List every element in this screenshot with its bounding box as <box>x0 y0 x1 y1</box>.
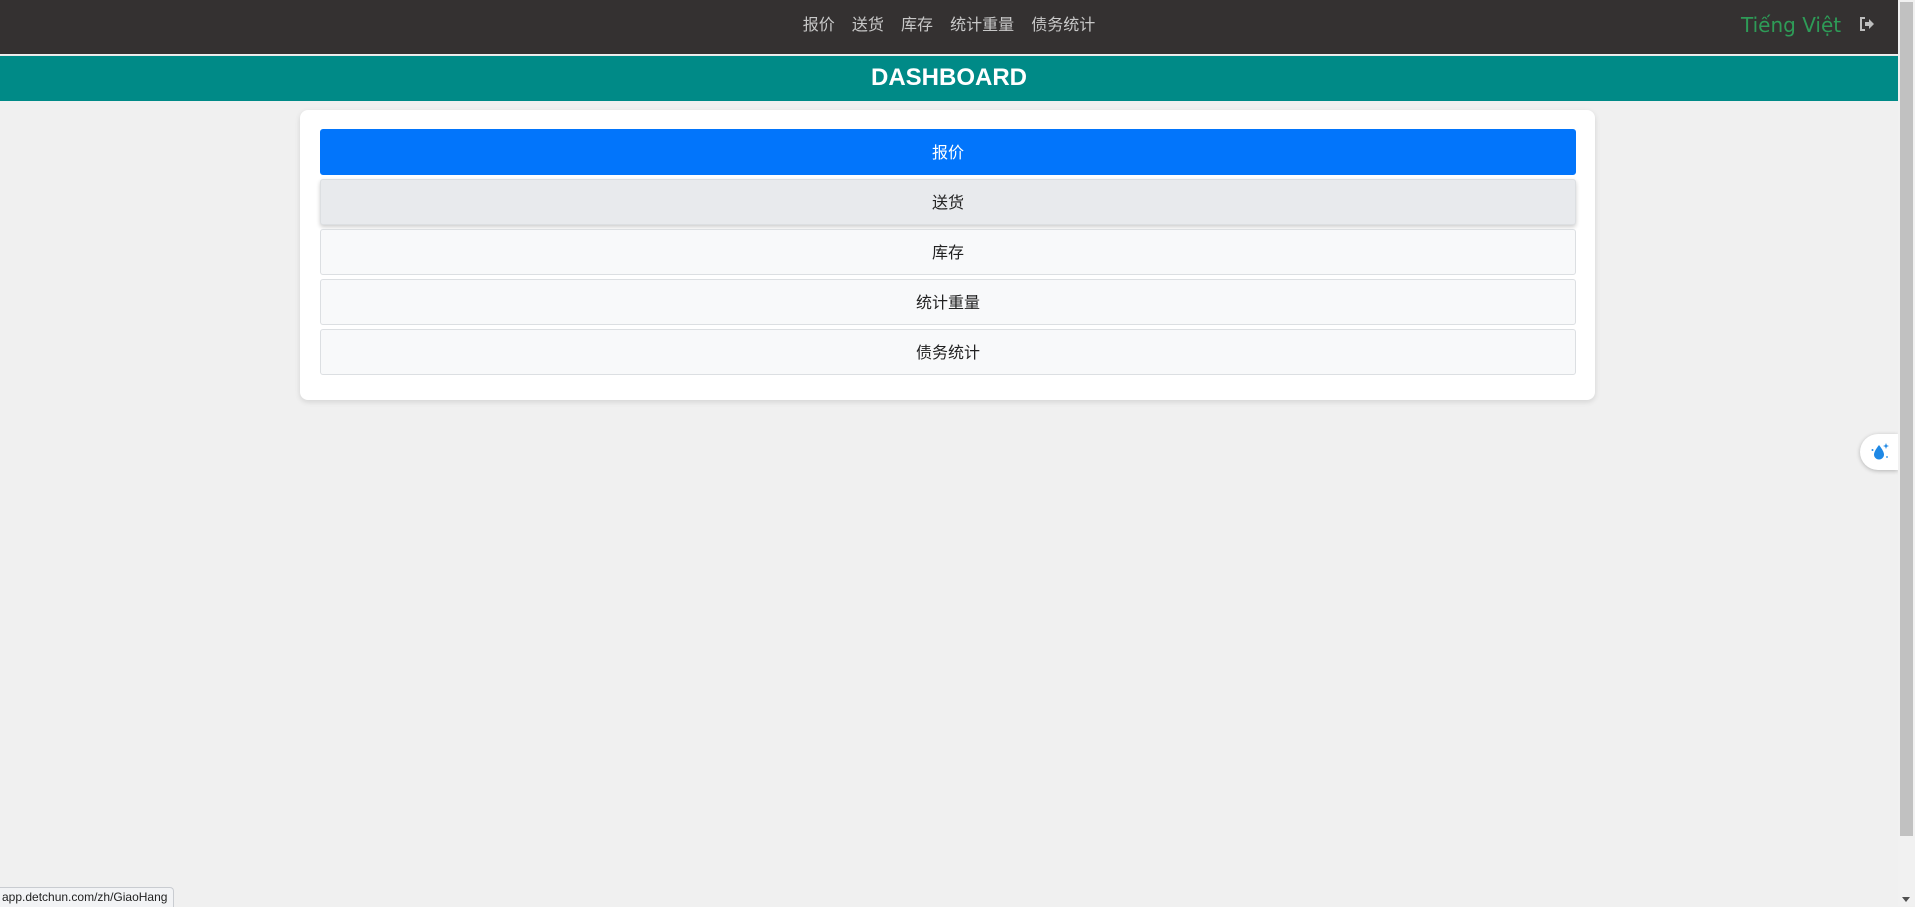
dashboard-banner: DASHBOARD <box>0 55 1898 101</box>
scrollbar-thumb[interactable] <box>1900 2 1913 836</box>
nav-links: 报价 送货 库存 统计重量 债务统计 <box>0 14 1898 36</box>
page-title: DASHBOARD <box>871 64 1027 91</box>
menu-item-weight-stats[interactable]: 统计重量 <box>320 279 1576 325</box>
top-navbar: 报价 送货 库存 统计重量 债务统计 Tiếng Việt <box>0 0 1898 54</box>
vertical-scrollbar[interactable] <box>1898 0 1915 906</box>
sparkle-droplet-icon <box>1871 443 1889 460</box>
menu-item-inventory[interactable]: 库存 <box>320 229 1576 275</box>
menu-item-debt-stats[interactable]: 债务统计 <box>320 329 1576 375</box>
dashboard-card: 报价 送货 库存 统计重量 债务统计 <box>300 110 1595 400</box>
status-bar-url: app.detchun.com/zh/GiaoHang <box>0 887 175 907</box>
language-switch-link[interactable]: Tiếng Việt <box>1741 12 1841 38</box>
nav-link-quote[interactable]: 报价 <box>803 14 835 36</box>
scroll-down-arrow-icon[interactable] <box>1902 897 1910 902</box>
nav-link-weight-stats[interactable]: 统计重量 <box>950 14 1014 36</box>
nav-link-inventory[interactable]: 库存 <box>901 14 933 36</box>
floating-assistant-button[interactable] <box>1860 434 1898 470</box>
nav-link-delivery[interactable]: 送货 <box>852 14 884 36</box>
nav-link-debt-stats[interactable]: 债务统计 <box>1031 14 1095 36</box>
menu-item-quote[interactable]: 报价 <box>320 129 1576 175</box>
sign-out-icon[interactable] <box>1858 15 1876 33</box>
dashboard-menu: 报价 送货 库存 统计重量 债务统计 <box>320 129 1576 379</box>
menu-item-delivery[interactable]: 送货 <box>320 179 1576 225</box>
